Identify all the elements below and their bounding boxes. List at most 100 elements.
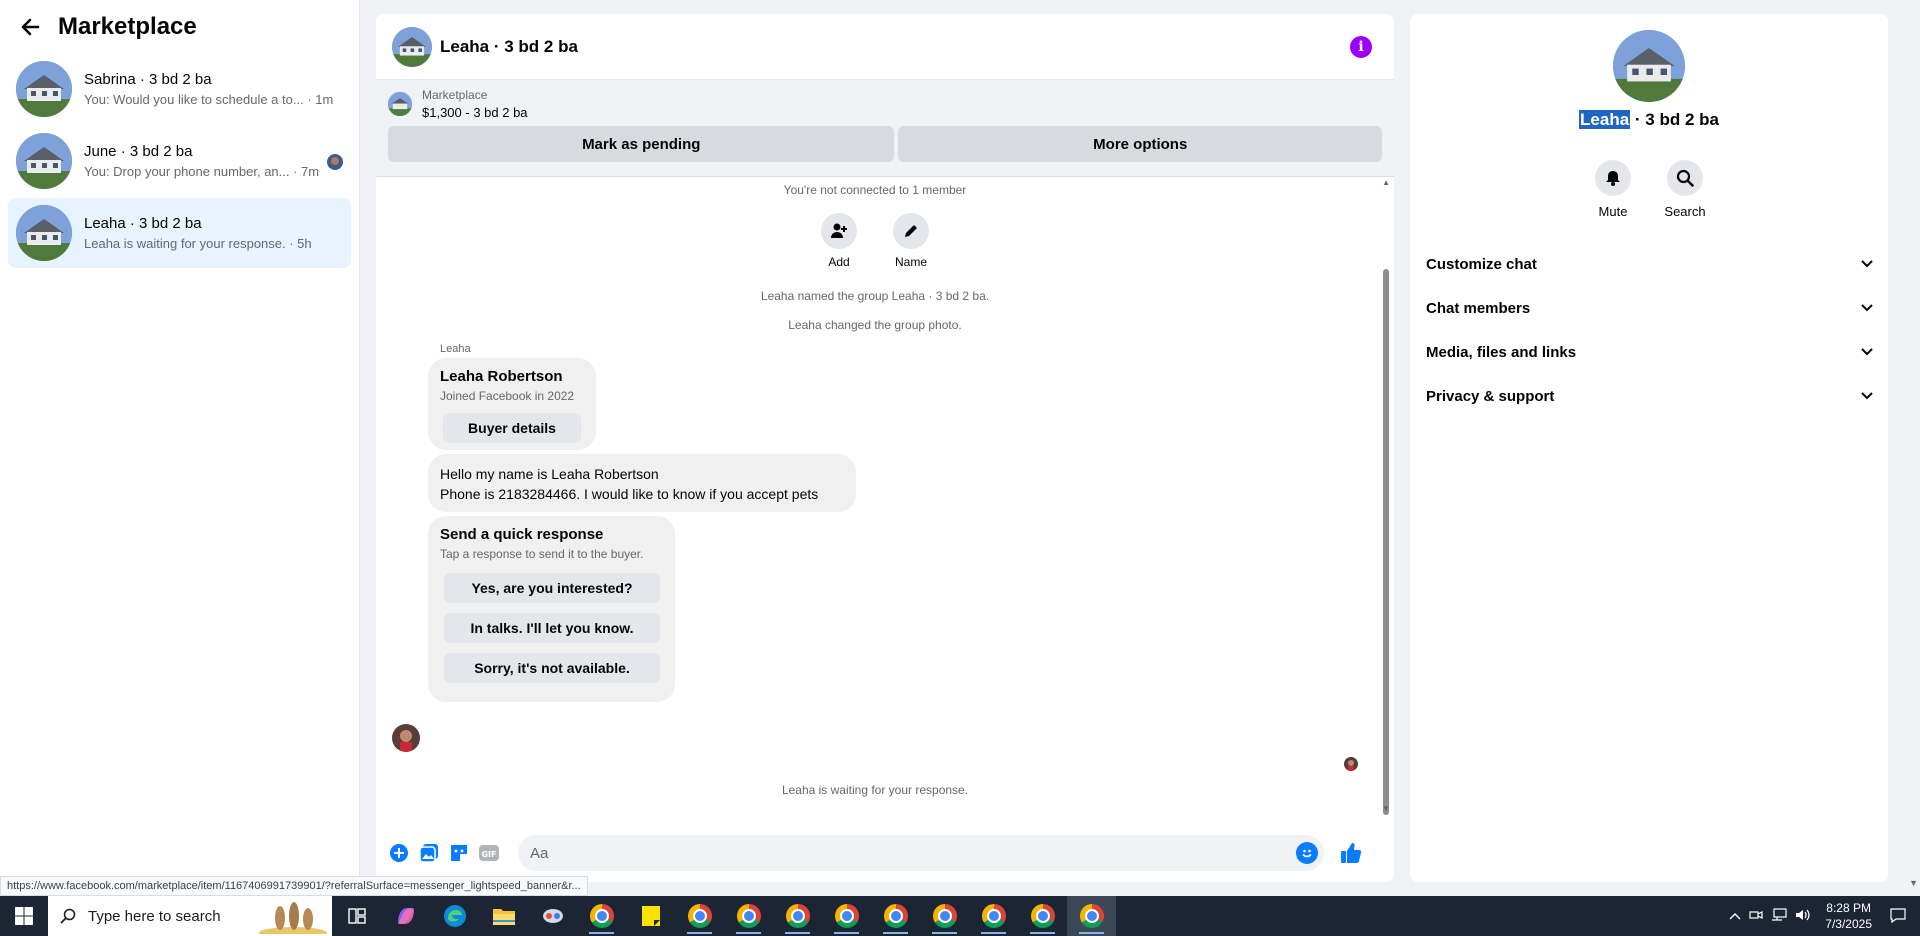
sticker-icon[interactable] — [448, 842, 470, 864]
sidebar-title: Marketplace — [58, 13, 197, 40]
task-view-icon[interactable] — [332, 896, 381, 936]
conversation-sidebar: Marketplace Sabrina · 3 bd 2 ba You: Wou… — [0, 0, 360, 896]
details-avatar[interactable] — [1613, 30, 1685, 102]
svg-text:GIF: GIF — [481, 850, 496, 859]
message-input-placeholder: Aa — [530, 844, 549, 862]
chevron-down-icon — [1860, 344, 1874, 361]
add-person-icon[interactable] — [821, 213, 857, 249]
emoji-icon[interactable] — [1296, 842, 1318, 864]
name-label: Name — [894, 255, 927, 269]
chrome-profile-icon[interactable] — [724, 896, 773, 936]
chevron-down-icon — [1860, 388, 1874, 405]
info-icon[interactable]: i — [1350, 36, 1372, 58]
page-scroll-down-icon[interactable]: ▼ — [1909, 878, 1918, 888]
scroll-down-arrow-icon[interactable]: ▼ — [1382, 804, 1390, 813]
copilot-icon[interactable] — [381, 896, 430, 936]
buyer-details-button[interactable]: Buyer details — [443, 413, 581, 443]
chrome-profile-icon[interactable] — [773, 896, 822, 936]
chrome-profile-icon[interactable] — [1018, 896, 1067, 936]
mark-as-pending-button[interactable]: Mark as pending — [388, 126, 895, 162]
chat-avatar[interactable] — [392, 26, 432, 67]
chrome-profile-icon[interactable] — [920, 896, 969, 936]
gif-icon[interactable]: GIF — [478, 842, 500, 864]
seen-avatar — [327, 154, 343, 170]
quick-response-title: Send a quick response — [440, 526, 604, 543]
message-bubble: Hello my name is Leaha Robertson Phone i… — [428, 454, 856, 512]
taskbar-search[interactable]: Type here to search — [48, 896, 332, 936]
listing-title[interactable]: $1,300 - 3 bd 2 ba — [422, 105, 528, 120]
conversation-name: Sabrina · 3 bd 2 ba — [84, 71, 212, 88]
search-icon — [60, 908, 76, 924]
conversation-snippet: You: Would you like to schedule a to... … — [84, 92, 334, 107]
gallery-icon[interactable] — [418, 842, 440, 864]
chrome-profile-icon[interactable] — [822, 896, 871, 936]
chrome-profile-icon[interactable] — [969, 896, 1018, 936]
mute-action[interactable]: Mute — [1595, 160, 1631, 219]
details-title: Leaha · 3 bd 2 ba — [1579, 110, 1719, 129]
listing-avatar — [16, 61, 72, 117]
quick-response-option[interactable]: Yes, are you interested? — [444, 573, 660, 603]
quick-response-option[interactable]: Sorry, it's not available. — [444, 653, 660, 683]
chat-details-panel: Leaha · 3 bd 2 ba Mute Search Customize … — [1410, 14, 1888, 882]
quick-response-bubble: Send a quick response Tap a response to … — [428, 516, 675, 702]
plus-circle-icon[interactable] — [388, 842, 410, 864]
section-privacy-support[interactable]: Privacy & support — [1424, 374, 1874, 418]
meet-now-icon[interactable] — [1749, 908, 1763, 925]
conversation-snippet: Leaha is waiting for your response. · 5h — [84, 236, 312, 251]
file-explorer-icon[interactable] — [479, 896, 528, 936]
search-action[interactable]: Search — [1664, 160, 1706, 219]
bell-icon[interactable] — [1595, 160, 1631, 196]
taskbar-search-placeholder: Type here to search — [88, 907, 221, 925]
sticky-notes-icon[interactable] — [626, 896, 675, 936]
search-icon[interactable] — [1667, 160, 1703, 196]
scroll-up-arrow-icon[interactable]: ▲ — [1382, 178, 1390, 187]
conversation-name: June · 3 bd 2 ba — [84, 143, 193, 160]
network-icon[interactable] — [1771, 907, 1787, 925]
name-group-action[interactable]: Name — [893, 213, 929, 269]
sender-avatar[interactable] — [392, 724, 420, 752]
chat-scrollbar[interactable] — [1383, 269, 1389, 815]
windows-start-icon[interactable] — [0, 896, 48, 936]
read-receipt-avatar — [1344, 757, 1358, 771]
conversation-item-june[interactable]: June · 3 bd 2 ba You: Drop your phone nu… — [8, 126, 351, 196]
conversation-item-sabrina[interactable]: Sabrina · 3 bd 2 ba You: Would you like … — [8, 54, 351, 124]
chrome-app-icon[interactable] — [577, 896, 626, 936]
back-arrow-icon[interactable] — [20, 15, 44, 39]
details-sections: Customize chat Chat members Media, files… — [1424, 242, 1874, 418]
search-label: Search — [1664, 204, 1706, 219]
taskbar-clock[interactable]: 8:28 PM 7/3/2025 — [1825, 900, 1872, 932]
mute-label: Mute — [1598, 204, 1628, 219]
chrome-profile-icon-active[interactable] — [1067, 896, 1116, 936]
thumbs-up-icon[interactable] — [1340, 842, 1362, 864]
chevron-up-icon[interactable] — [1729, 909, 1741, 923]
section-customize-chat[interactable]: Customize chat — [1424, 242, 1874, 286]
section-chat-members[interactable]: Chat members — [1424, 286, 1874, 330]
edge-icon[interactable] — [430, 896, 479, 936]
selected-text: Leaha — [1579, 110, 1631, 129]
waiting-note: Leaha is waiting for your response. — [781, 783, 969, 797]
chat-title[interactable]: Leaha · 3 bd 2 ba — [440, 37, 578, 57]
conversation-name: Leaha · 3 bd 2 ba — [84, 215, 202, 232]
conversation-item-leaha[interactable]: Leaha · 3 bd 2 ba Leaha is waiting for y… — [8, 198, 351, 268]
quick-response-option[interactable]: In talks. I'll let you know. — [444, 613, 660, 643]
more-options-button[interactable]: More options — [898, 126, 1382, 162]
message-line: Phone is 2183284466. I would like to kno… — [440, 486, 819, 502]
system-tray: 8:28 PM 7/3/2025 — [1725, 896, 1920, 936]
notifications-icon[interactable] — [1890, 907, 1906, 926]
listing-thumbnail[interactable] — [388, 92, 412, 116]
meerkats-illustration-icon — [259, 902, 327, 934]
quick-response-subtitle: Tap a response to send it to the buyer. — [440, 547, 644, 561]
clock-time: 8:28 PM — [1826, 901, 1871, 915]
windows-taskbar: Type here to search 8:28 PM 7/3/2025 — [0, 896, 1920, 936]
clock-date: 7/3/2025 — [1825, 917, 1872, 931]
chrome-profile-icon[interactable] — [675, 896, 724, 936]
pencil-icon[interactable] — [893, 213, 929, 249]
volume-icon[interactable] — [1795, 908, 1811, 925]
snipping-tool-icon[interactable] — [528, 896, 577, 936]
chat-window: Leaha · 3 bd 2 ba i Marketplace $1,300 -… — [376, 14, 1394, 882]
chrome-profile-icon[interactable] — [871, 896, 920, 936]
add-member-action[interactable]: Add — [821, 213, 857, 269]
message-input[interactable]: Aa — [518, 835, 1324, 871]
section-media-files-links[interactable]: Media, files and links — [1424, 330, 1874, 374]
event-changed-photo: Leaha changed the group photo. — [788, 318, 962, 332]
